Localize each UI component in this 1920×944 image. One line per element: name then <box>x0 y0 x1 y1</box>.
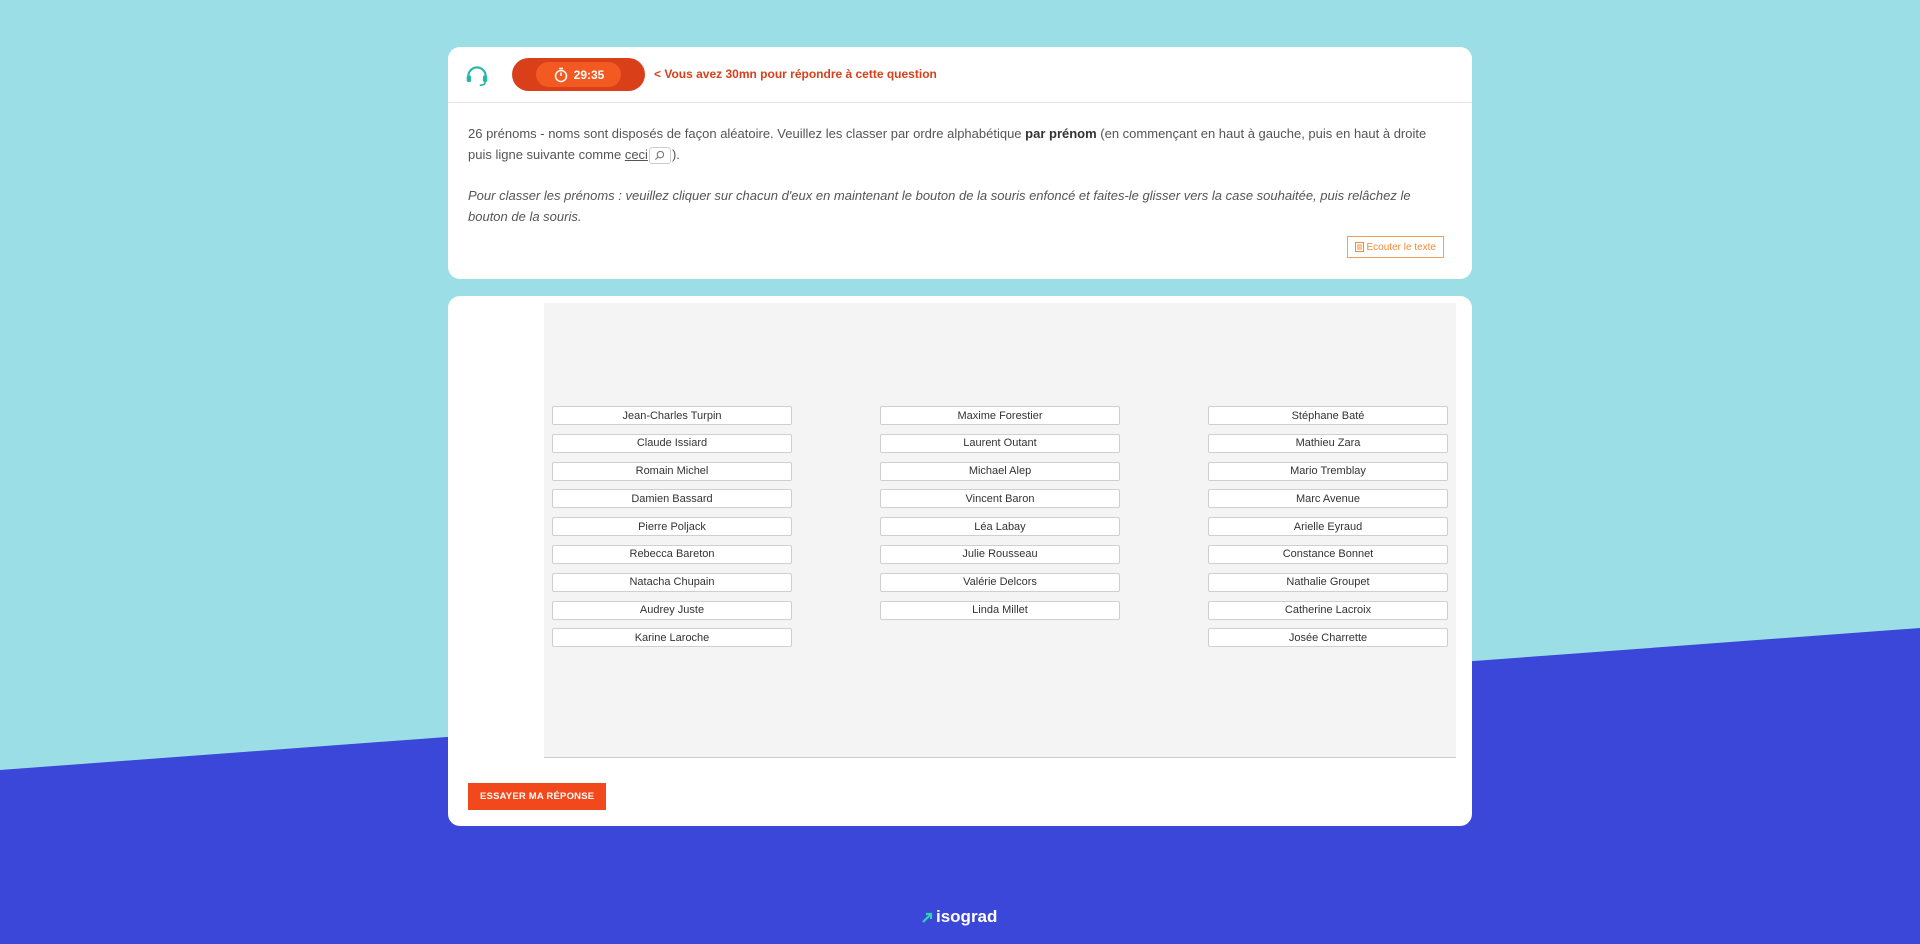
name-chip[interactable]: Marc Avenue <box>1208 489 1448 509</box>
name-chip[interactable]: Constance Bonnet <box>1208 544 1448 564</box>
instructions: Pour classer les prénoms : veuillez cliq… <box>468 188 1411 224</box>
name-chip[interactable]: Natacha Chupain <box>552 572 792 592</box>
name-chip[interactable]: Jean-Charles Turpin <box>552 406 792 425</box>
submit-answer-button[interactable]: ESSAYER MA RÉPONSE <box>468 783 607 810</box>
names-column-middle: Maxime Forestier Laurent Outant Michael … <box>880 406 1120 628</box>
name-chip[interactable]: Julie Rousseau <box>880 544 1120 564</box>
headset-icon[interactable] <box>464 62 490 88</box>
name-chip[interactable]: Audrey Juste <box>552 600 792 620</box>
name-chip[interactable]: Romain Michel <box>552 461 792 481</box>
brand-name: isograd <box>936 907 998 926</box>
name-chip[interactable]: Laurent Outant <box>880 433 1120 453</box>
name-chip[interactable]: Pierre Poljack <box>552 517 792 537</box>
name-chip[interactable]: Arielle Eyraud <box>1208 517 1448 537</box>
name-chip[interactable]: Maxime Forestier <box>880 406 1120 425</box>
name-chip[interactable]: Nathalie Groupet <box>1208 572 1448 592</box>
timer-value: 29:35 <box>573 67 605 82</box>
name-chip[interactable]: Claude Issiard <box>552 433 792 453</box>
name-chip[interactable]: Josée Charrette <box>1208 628 1448 648</box>
exercise-card: Jean-Charles Turpin Claude Issiard Romai… <box>448 296 1472 826</box>
magnifier-icon <box>655 150 665 161</box>
name-chip[interactable]: Michael Alep <box>880 461 1120 481</box>
isograd-logo: isograd <box>921 907 997 927</box>
name-chip[interactable]: Mario Tremblay <box>1208 461 1448 481</box>
names-column-left: Jean-Charles Turpin Claude Issiard Romai… <box>552 406 792 656</box>
name-chip[interactable]: Vincent Baron <box>880 489 1120 509</box>
question-bold: par prénom <box>1025 126 1097 141</box>
question-text: 26 prénoms - noms sont disposés de façon… <box>448 103 1472 227</box>
question-header: 29:35 < Vous avez 30mn pour répondre à c… <box>448 47 1472 103</box>
example-link[interactable]: ceci <box>625 147 648 162</box>
question-statement: 26 prénoms - noms sont disposés de façon… <box>468 123 1452 165</box>
document-icon <box>1354 242 1364 252</box>
name-chip[interactable]: Stéphane Baté <box>1208 406 1448 425</box>
question-card: 29:35 < Vous avez 30mn pour répondre à c… <box>448 47 1472 279</box>
sorting-area[interactable]: Jean-Charles Turpin Claude Issiard Romai… <box>544 303 1456 758</box>
name-chip[interactable]: Rebecca Bareton <box>552 544 792 564</box>
name-chip[interactable]: Karine Laroche <box>552 628 792 648</box>
listen-button[interactable]: Ecouter le texte <box>1346 236 1444 258</box>
stopwatch-icon <box>554 67 567 82</box>
name-chip[interactable]: Catherine Lacroix <box>1208 600 1448 620</box>
timer-display: 29:35 <box>536 62 621 87</box>
names-column-right: Stéphane Baté Mathieu Zara Mario Trembla… <box>1208 406 1448 656</box>
name-chip[interactable]: Mathieu Zara <box>1208 433 1448 453</box>
arrow-logo-icon <box>922 912 933 923</box>
name-chip[interactable]: Léa Labay <box>880 517 1120 537</box>
name-chip[interactable]: Linda Millet <box>880 600 1120 620</box>
name-chip[interactable]: Damien Bassard <box>552 489 792 509</box>
timer-note: < Vous avez 30mn pour répondre à cette q… <box>654 67 937 81</box>
name-chip[interactable]: Valérie Delcors <box>880 572 1120 592</box>
zoom-example-button[interactable] <box>648 147 671 165</box>
timer: 29:35 <box>512 58 645 91</box>
